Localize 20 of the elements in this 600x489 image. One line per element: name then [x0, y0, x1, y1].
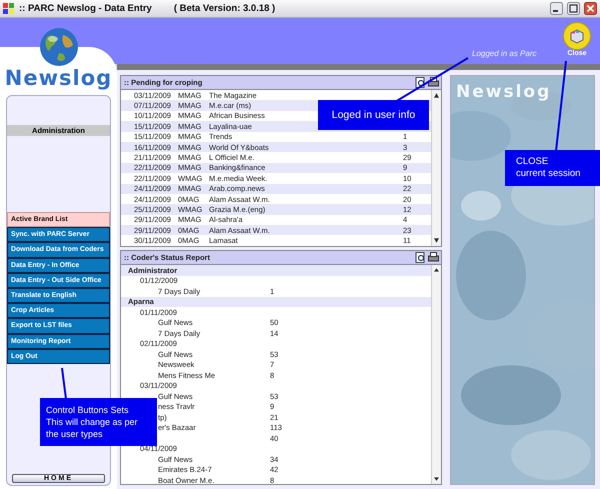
- close-session-icon[interactable]: [563, 22, 591, 50]
- version-label: ( Beta Version: 3.0.18 ): [174, 3, 276, 14]
- preview-icon[interactable]: [415, 77, 426, 88]
- newslog-logo: Newslog: [4, 67, 112, 89]
- newslog-logo: Newslog: [456, 82, 552, 102]
- maximize-icon[interactable]: [567, 2, 580, 15]
- leader-line: [61, 368, 67, 400]
- user-info: Logged in as Parc: [472, 49, 536, 58]
- preview-icon[interactable]: [415, 252, 426, 263]
- app-icon: [3, 2, 15, 14]
- window-title: :: PARC Newslog - Data Entry: [19, 3, 152, 14]
- minimize-icon[interactable]: [550, 2, 563, 15]
- scrollbar[interactable]: [431, 90, 441, 246]
- close-icon[interactable]: [584, 2, 597, 15]
- annotation-callout: CLOSE current session: [505, 150, 600, 186]
- print-icon[interactable]: [428, 252, 439, 263]
- annotation-callout: Loged in user info: [318, 100, 429, 130]
- scrollbar[interactable]: [431, 265, 441, 484]
- print-icon[interactable]: [428, 77, 439, 88]
- annotation-callout: Control Buttons Sets This will change as per the user types: [40, 398, 157, 446]
